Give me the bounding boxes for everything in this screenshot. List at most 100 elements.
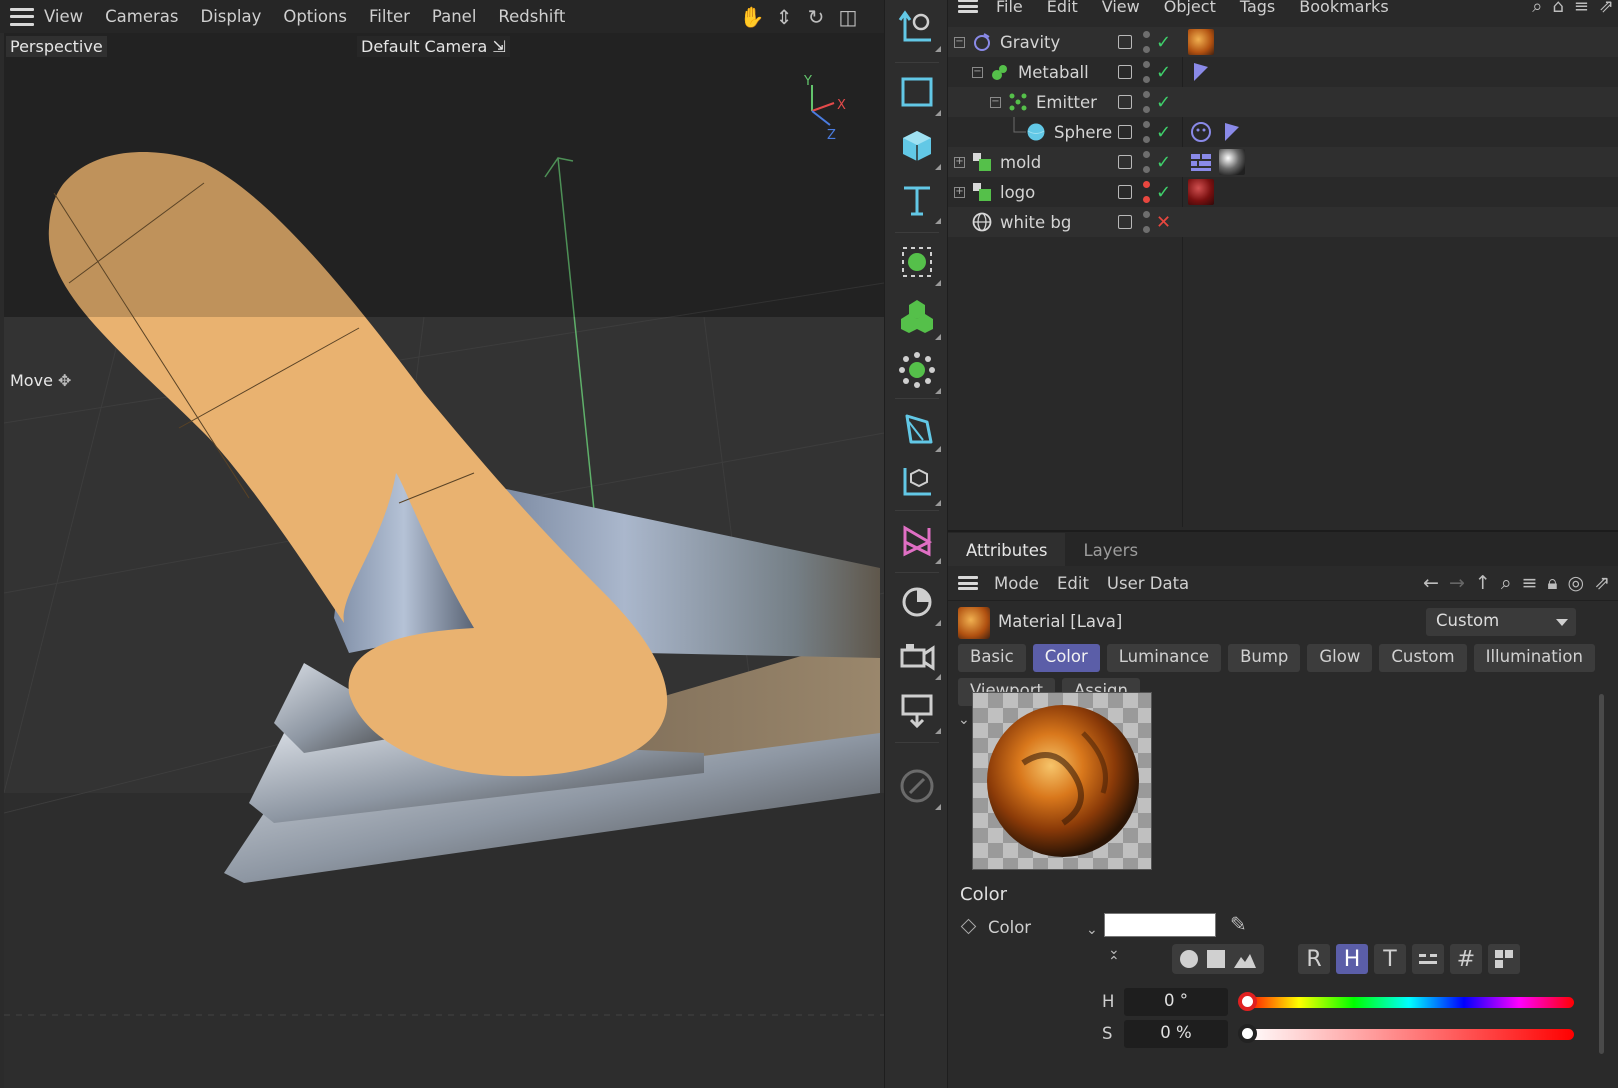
collapse-toggle[interactable]: − [954,36,965,48]
object-row-mold[interactable]: + mold ✓ [948,147,1618,177]
object-manager-menu-icon[interactable] [958,0,978,13]
back-arrow-icon[interactable]: ← [1423,572,1439,594]
channel-tab-glow[interactable]: Glow [1307,644,1373,672]
mode-dropdown[interactable]: Custom [1426,608,1576,636]
menu-filter[interactable]: Filter [369,7,410,26]
new-window-icon[interactable]: ⇗ [1599,0,1614,17]
toggle-panel-icon[interactable]: ◫ [836,5,860,29]
collapse-expand-icon[interactable]: ⌄ ⌃ [1108,943,1120,969]
object-row-emitter[interactable]: − Emitter ✓ [948,87,1618,117]
hex-mode-button[interactable]: # [1450,944,1482,974]
chrome-material-tag[interactable] [1219,149,1245,175]
lock-icon[interactable]: 🔒︎ [1547,572,1557,594]
saturation-slider-handle[interactable] [1238,1024,1257,1043]
chevron-down-icon[interactable]: ⌄ [1086,922,1098,938]
menu-view[interactable]: View [44,7,83,26]
menu-user-data[interactable]: User Data [1107,574,1189,593]
camera-label[interactable]: Default Camera ⇲ [357,36,510,57]
channel-tab-color[interactable]: Color [1032,644,1100,672]
forward-arrow-icon[interactable]: → [1449,572,1465,594]
menu-object[interactable]: Object [1164,0,1216,16]
menu-options[interactable]: Options [283,7,347,26]
light-object-button[interactable] [891,684,943,736]
expression-tag[interactable] [1188,119,1214,145]
deformer-button[interactable] [891,402,943,454]
menu-bookmarks[interactable]: Bookmarks [1299,0,1388,16]
channel-tab-bump[interactable]: Bump [1228,644,1301,672]
view-name-label[interactable]: Perspective [6,36,107,57]
channel-tab-luminance[interactable]: Luminance [1106,644,1222,672]
rgb-mode-button[interactable]: R [1298,944,1330,974]
rotate-view-icon[interactable]: ↻ [804,5,828,29]
spectrum-icon[interactable] [1233,949,1257,969]
environment-button[interactable] [891,576,943,628]
swatches-mode-button[interactable] [1488,944,1520,974]
collapse-toggle[interactable]: − [972,66,983,78]
object-row-metaball[interactable]: − Metaball ✓ [948,57,1618,87]
filter-icon[interactable]: ≡ [1521,572,1537,594]
sketch-tool-button[interactable] [891,760,943,812]
scene-object-button[interactable] [891,514,943,566]
object-row-white-bg[interactable]: white bg ✕ [948,207,1618,237]
channel-tab-basic[interactable]: Basic [958,644,1026,672]
preview-collapse-icon[interactable]: ⌄ [958,712,970,728]
layer-toggle-icon[interactable] [1118,95,1132,109]
enabled-check-icon[interactable]: ✓ [1156,62,1171,83]
color-wheel-icon[interactable] [1179,949,1199,969]
menu-mode[interactable]: Mode [994,574,1039,593]
hue-slider[interactable] [1244,997,1574,1008]
new-window-icon[interactable]: ⇗ [1594,572,1610,594]
mograph-effector-button[interactable] [891,344,943,396]
search-icon[interactable]: ⌕ [1532,0,1542,17]
enabled-check-icon[interactable]: ✓ [1156,92,1171,113]
layer-toggle-icon[interactable] [1118,35,1132,49]
menu-redshift[interactable]: Redshift [498,7,565,26]
cloner-button[interactable] [891,290,943,342]
phong-tag[interactable] [1219,119,1245,145]
menu-edit[interactable]: Edit [1047,0,1078,16]
material-preview[interactable] [972,692,1152,870]
hsv-mode-button[interactable]: H [1336,944,1368,974]
text-object-button[interactable] [891,174,943,226]
channel-tab-illumination[interactable]: Illumination [1473,644,1595,672]
phong-tag[interactable] [1188,59,1214,85]
pan-hand-icon[interactable]: ✋ [740,5,765,29]
layer-toggle-icon[interactable] [1118,185,1132,199]
tab-attributes[interactable]: Attributes [948,533,1066,566]
object-row-gravity[interactable]: − Gravity ✓ [948,27,1618,57]
home-icon[interactable]: ⌂ [1552,0,1563,17]
viewport-panel[interactable]: View Cameras Display Options Filter Pane… [0,0,884,1088]
layer-toggle-icon[interactable] [1118,125,1132,139]
color-swatch[interactable] [1104,913,1216,937]
attribute-menu-icon[interactable] [958,576,978,590]
layer-toggle-icon[interactable] [1118,215,1132,229]
object-row-logo[interactable]: + logo ✓ [948,177,1618,207]
saturation-input[interactable]: 0 % [1124,1020,1228,1048]
eyedropper-icon[interactable]: ✎ [1230,912,1247,936]
menu-panel[interactable]: Panel [432,7,477,26]
viewport-menu-icon[interactable] [10,7,34,26]
camera-object-button[interactable] [891,630,943,682]
coordinate-system-button[interactable] [891,2,943,54]
enabled-check-icon[interactable]: ✓ [1156,152,1171,173]
hue-input[interactable]: 0 ° [1124,988,1228,1016]
visibility-dots[interactable] [1142,151,1150,173]
visibility-dots[interactable] [1142,61,1150,83]
visibility-dots[interactable] [1142,211,1150,233]
enabled-check-icon[interactable]: ✓ [1156,122,1171,143]
disabled-cross-icon[interactable]: ✕ [1156,212,1171,233]
viewport-canvas[interactable]: Y X Z Perspective Default Camera ⇲ Move … [3,33,884,1088]
target-icon[interactable]: ◎ [1567,572,1584,594]
enabled-check-icon[interactable]: ✓ [1156,32,1171,53]
visibility-dots[interactable] [1142,31,1150,53]
visibility-dots[interactable] [1142,91,1150,113]
layer-toggle-icon[interactable] [1118,65,1132,79]
collapse-toggle[interactable]: − [990,96,1001,108]
expand-toggle[interactable]: + [954,156,965,168]
visibility-dots[interactable] [1142,181,1150,203]
visibility-dots[interactable] [1142,121,1150,143]
menu-edit[interactable]: Edit [1057,574,1089,593]
menu-cameras[interactable]: Cameras [105,7,178,26]
move-view-icon[interactable]: ⇕ [772,5,796,29]
menu-display[interactable]: Display [201,7,262,26]
